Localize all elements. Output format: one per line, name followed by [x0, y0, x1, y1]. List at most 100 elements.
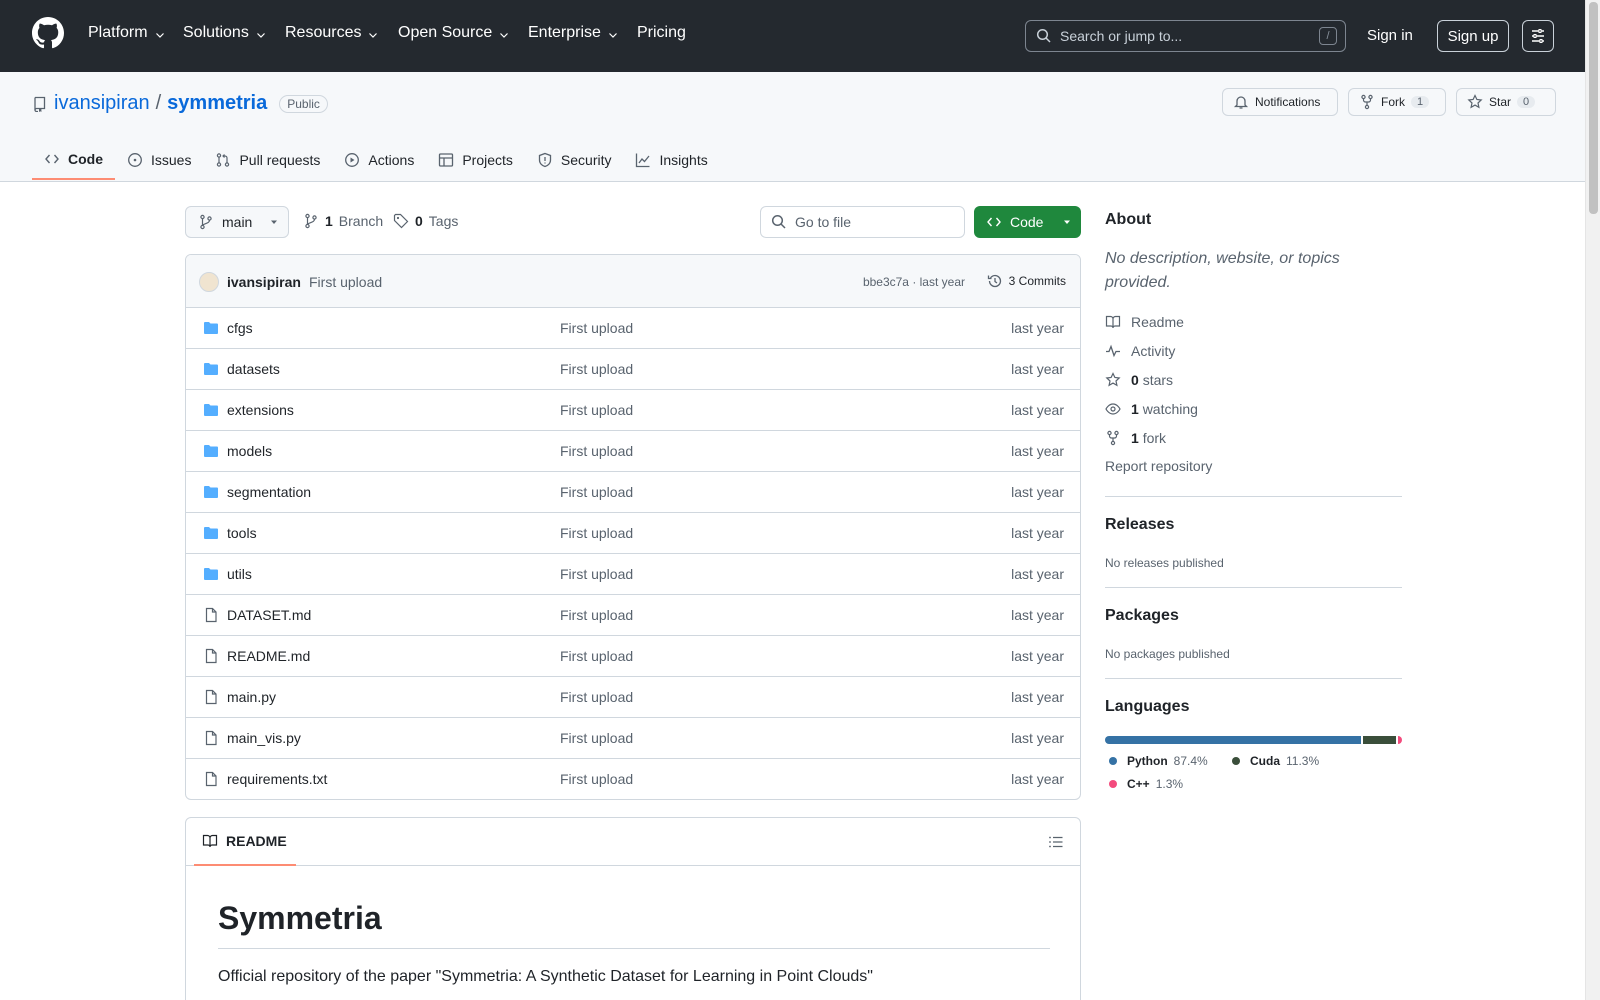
commit-author-link[interactable]: ivansipiran — [227, 274, 301, 290]
tab-label: Projects — [462, 152, 513, 168]
tab-code[interactable]: Code — [32, 140, 115, 180]
tab-projects[interactable]: Projects — [426, 140, 525, 180]
file-name-link[interactable]: main_vis.py — [227, 730, 301, 746]
nav-enterprise[interactable]: Enterprise — [528, 24, 619, 42]
menu-button[interactable] — [1522, 20, 1554, 52]
file-commit-message[interactable]: First upload — [560, 320, 633, 336]
outline-button[interactable] — [1048, 834, 1064, 850]
nav-resources[interactable]: Resources — [285, 24, 379, 42]
language-cpp[interactable]: C++ 1.3% — [1109, 777, 1183, 791]
repo-separator: / — [155, 92, 162, 114]
watching-link[interactable]: 1 watching — [1105, 394, 1402, 423]
commit-message[interactable]: First upload — [309, 274, 382, 290]
tags-link[interactable]: 0 Tags — [393, 213, 458, 229]
file-commit-message[interactable]: First upload — [560, 771, 633, 787]
star-button[interactable]: Star 0 — [1456, 88, 1556, 116]
readme-link[interactable]: Readme — [1105, 307, 1402, 336]
report-repository-link[interactable]: Report repository — [1105, 458, 1402, 476]
file-row[interactable]: tools First upload last year — [186, 513, 1080, 554]
repo-name-link[interactable]: symmetria — [167, 92, 267, 115]
file-commit-message[interactable]: First upload — [560, 484, 633, 500]
activity-link[interactable]: Activity — [1105, 336, 1402, 365]
repo-header: ivansipiran / symmetria Public Notificat… — [0, 72, 1585, 182]
notifications-label: Notifications — [1255, 95, 1321, 109]
file-name-link[interactable]: cfgs — [227, 320, 253, 336]
file-commit-message[interactable]: First upload — [560, 525, 633, 541]
language-cuda[interactable]: Cuda 11.3% — [1232, 754, 1319, 768]
nav-label: Resources — [285, 24, 362, 41]
avatar[interactable] — [199, 272, 219, 292]
file-row[interactable]: main.py First upload last year — [186, 677, 1080, 718]
file-commit-message[interactable]: First upload — [560, 689, 633, 705]
tab-pull-requests[interactable]: Pull requests — [203, 140, 332, 180]
commit-hash-time[interactable]: bbe3c7a · last year — [863, 275, 965, 289]
file-name-link[interactable]: datasets — [227, 361, 280, 377]
file-row[interactable]: utils First upload last year — [186, 554, 1080, 595]
go-to-file-input[interactable]: Go to file — [760, 206, 965, 238]
tab-label: Security — [560, 152, 612, 168]
repo-owner-link[interactable]: ivansipiran — [54, 92, 150, 115]
file-commit-message[interactable]: First upload — [560, 402, 633, 418]
stars-link[interactable]: 0 stars — [1105, 365, 1402, 394]
file-name-link[interactable]: models — [227, 443, 272, 459]
commits-link[interactable]: 3 Commits — [987, 273, 1066, 289]
global-header: Platform Solutions Resources Open Source… — [0, 0, 1585, 72]
file-browser: ivansipiran First upload bbe3c7a · last … — [185, 254, 1081, 800]
file-row[interactable]: extensions First upload last year — [186, 390, 1080, 431]
file-name-link[interactable]: segmentation — [227, 484, 311, 500]
scrollbar-thumb[interactable] — [1589, 2, 1598, 214]
file-row[interactable]: DATASET.md First upload last year — [186, 595, 1080, 636]
file-row[interactable]: requirements.txt First upload last year — [186, 759, 1080, 799]
file-commit-message[interactable]: First upload — [560, 566, 633, 582]
file-row[interactable]: segmentation First upload last year — [186, 472, 1080, 513]
nav-pricing[interactable]: Pricing — [637, 24, 686, 42]
notifications-button[interactable]: Notifications — [1222, 88, 1338, 116]
readme-tab[interactable]: README — [194, 818, 296, 866]
tab-security[interactable]: Security — [525, 140, 624, 180]
activity-link-label: Activity — [1131, 342, 1176, 359]
tab-issues[interactable]: Issues — [115, 140, 203, 180]
file-commit-message[interactable]: First upload — [560, 361, 633, 377]
about-title: About — [1105, 211, 1152, 228]
languages-bar — [1105, 736, 1402, 744]
file-name-link[interactable]: main.py — [227, 689, 276, 705]
file-row[interactable]: README.md First upload last year — [186, 636, 1080, 677]
file-row[interactable]: cfgs First upload last year — [186, 308, 1080, 349]
tab-actions[interactable]: Actions — [332, 140, 426, 180]
file-row[interactable]: main_vis.py First upload last year — [186, 718, 1080, 759]
code-button[interactable]: Code — [974, 206, 1081, 238]
file-name-link[interactable]: utils — [227, 566, 252, 582]
file-commit-message[interactable]: First upload — [560, 730, 633, 746]
forks-link[interactable]: 1 fork — [1105, 423, 1402, 452]
file-name-link[interactable]: DATASET.md — [227, 607, 311, 623]
file-row[interactable]: datasets First upload last year — [186, 349, 1080, 390]
watching-label: watching — [1142, 400, 1198, 417]
branch-select[interactable]: main — [185, 206, 289, 238]
file-name-link[interactable]: extensions — [227, 402, 294, 418]
nav-solutions[interactable]: Solutions — [183, 24, 267, 42]
sign-in-link[interactable]: Sign in — [1367, 27, 1413, 44]
star-label: Star — [1489, 95, 1512, 109]
page-scrollbar[interactable] — [1585, 0, 1600, 1000]
language-python[interactable]: Python 87.4% — [1109, 754, 1208, 768]
file-name-link[interactable]: tools — [227, 525, 257, 541]
tab-insights[interactable]: Insights — [623, 140, 719, 180]
file-row[interactable]: models First upload last year — [186, 431, 1080, 472]
packages-title[interactable]: Packages — [1105, 607, 1179, 625]
file-icon — [202, 648, 220, 664]
nav-open-source[interactable]: Open Source — [398, 24, 510, 42]
nav-platform[interactable]: Platform — [88, 24, 166, 42]
sign-up-button[interactable]: Sign up — [1437, 20, 1509, 52]
file-name-link[interactable]: requirements.txt — [227, 771, 327, 787]
fork-button[interactable]: Fork 1 — [1348, 88, 1446, 116]
releases-text: No releases published — [1105, 556, 1224, 570]
releases-title[interactable]: Releases — [1105, 516, 1174, 534]
github-logo-icon[interactable] — [32, 17, 64, 49]
search-input[interactable]: Search or jump to... / — [1025, 20, 1346, 52]
folder-icon — [202, 525, 220, 541]
file-commit-message[interactable]: First upload — [560, 607, 633, 623]
branches-link[interactable]: 1 Branch — [303, 213, 383, 229]
file-commit-message[interactable]: First upload — [560, 648, 633, 664]
file-commit-message[interactable]: First upload — [560, 443, 633, 459]
file-name-link[interactable]: README.md — [227, 648, 310, 664]
